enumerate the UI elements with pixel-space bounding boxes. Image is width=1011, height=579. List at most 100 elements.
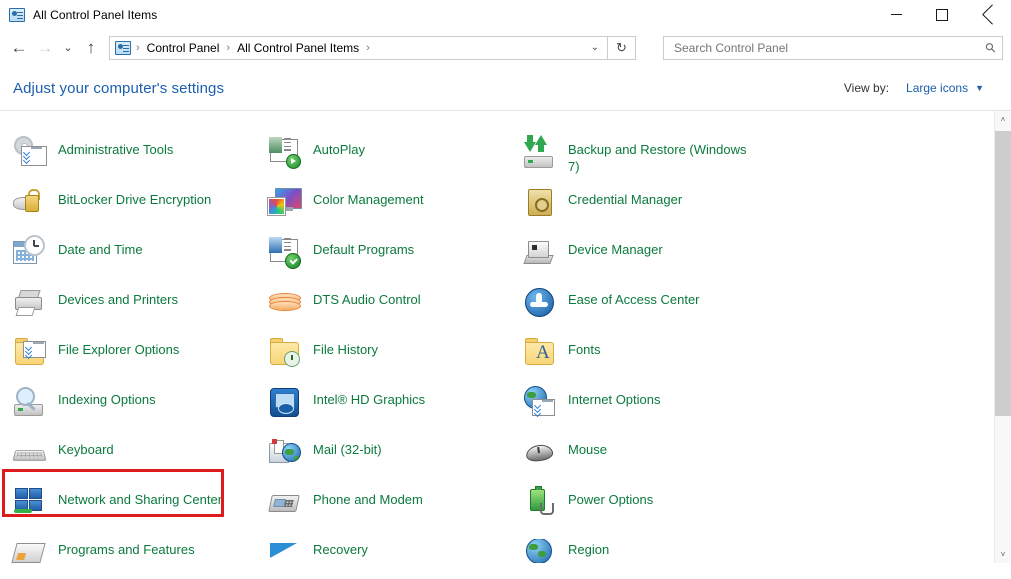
vertical-scrollbar[interactable]: ˄ ˅ bbox=[994, 111, 1011, 563]
window-title: All Control Panel Items bbox=[33, 7, 158, 22]
item-label: Fonts bbox=[568, 342, 601, 357]
item-label: Phone and Modem bbox=[313, 492, 423, 507]
device-manager-icon bbox=[522, 235, 556, 269]
scroll-up-button[interactable]: ˄ bbox=[995, 111, 1011, 128]
breadcrumb-separator-2[interactable]: › bbox=[364, 42, 372, 54]
item-recovery[interactable]: Recovery bbox=[255, 539, 510, 563]
item-programs-and-features[interactable]: Programs and Features bbox=[0, 539, 255, 563]
address-bar[interactable]: › Control Panel › All Control Panel Item… bbox=[109, 35, 608, 60]
file-explorer-options-icon bbox=[12, 335, 46, 369]
item-mail-32-bit[interactable]: Mail (32-bit) bbox=[255, 439, 510, 489]
intel-hd-graphics-icon bbox=[267, 385, 301, 419]
date-time-icon bbox=[12, 235, 46, 269]
item-color-management[interactable]: Color Management bbox=[255, 188, 510, 239]
administrative-tools-icon bbox=[12, 135, 47, 169]
item-default-programs[interactable]: Default Programs bbox=[255, 237, 510, 289]
refresh-icon: ↻ bbox=[616, 39, 627, 55]
item-fonts[interactable]: A Fonts bbox=[510, 338, 994, 389]
close-button[interactable] bbox=[965, 0, 1011, 29]
view-by-value: Large icons bbox=[906, 81, 969, 95]
item-file-history[interactable]: File History bbox=[255, 338, 510, 389]
item-label: Backup and Restore (Windows 7) bbox=[568, 142, 747, 174]
item-label: Programs and Features bbox=[58, 542, 195, 557]
region-icon bbox=[522, 539, 556, 563]
item-label: Internet Options bbox=[568, 392, 661, 407]
item-backup-and-restore[interactable]: Backup and Restore (Windows 7) bbox=[510, 135, 994, 189]
control-panel-items-grid: Administrative Tools AutoPlay Backup and… bbox=[0, 111, 994, 563]
item-label: Network and Sharing Center bbox=[58, 492, 223, 507]
default-programs-icon bbox=[267, 235, 301, 269]
item-autoplay[interactable]: AutoPlay bbox=[255, 137, 510, 189]
item-label: Indexing Options bbox=[58, 392, 156, 407]
minimize-icon bbox=[890, 14, 902, 15]
refresh-button[interactable]: ↻ bbox=[608, 35, 636, 60]
view-by-control: View by: Large icons ▼ bbox=[844, 77, 993, 99]
navigation-bar: ← → ⌄ ↑ › Control Panel › All Control Pa… bbox=[0, 29, 1011, 66]
maximize-icon bbox=[936, 8, 948, 21]
item-indexing-options[interactable]: Indexing Options bbox=[0, 387, 255, 439]
item-label: Default Programs bbox=[313, 242, 415, 257]
item-label: DTS Audio Control bbox=[313, 292, 421, 307]
item-keyboard[interactable]: Keyboard bbox=[0, 439, 255, 489]
scrollbar-thumb[interactable] bbox=[995, 131, 1011, 416]
item-label: AutoPlay bbox=[313, 142, 366, 157]
item-intel-hd-graphics[interactable]: Intel® HD Graphics bbox=[255, 388, 510, 439]
minimize-button[interactable] bbox=[873, 0, 919, 29]
item-internet-options[interactable]: Internet Options bbox=[510, 386, 994, 439]
chevron-down-icon: ▼ bbox=[975, 83, 984, 93]
item-label: Power Options bbox=[568, 492, 654, 507]
item-devices-and-printers[interactable]: Devices and Printers bbox=[0, 289, 255, 339]
item-administrative-tools[interactable]: Administrative Tools bbox=[0, 136, 255, 189]
programs-features-icon bbox=[11, 539, 46, 563]
item-label: Administrative Tools bbox=[58, 142, 174, 157]
item-file-explorer-options[interactable]: File Explorer Options bbox=[0, 338, 255, 389]
breadcrumb: › Control Panel › All Control Panel Item… bbox=[134, 39, 591, 57]
item-label: BitLocker Drive Encryption bbox=[58, 192, 212, 207]
window-buttons bbox=[873, 0, 1011, 29]
autoplay-icon bbox=[267, 135, 301, 169]
bitlocker-icon bbox=[12, 185, 46, 219]
item-label: Recovery bbox=[313, 542, 368, 557]
title-bar: All Control Panel Items bbox=[0, 0, 1011, 29]
item-device-manager[interactable]: Device Manager bbox=[510, 239, 994, 289]
recent-locations-button[interactable]: ⌄ bbox=[58, 35, 78, 61]
mail-icon bbox=[267, 435, 301, 469]
item-network-and-sharing-center[interactable]: Network and Sharing Center bbox=[0, 488, 255, 539]
view-by-dropdown[interactable]: Large icons ▼ bbox=[897, 77, 993, 99]
item-label: Keyboard bbox=[58, 442, 114, 457]
content-area: Administrative Tools AutoPlay Backup and… bbox=[0, 111, 1011, 563]
mouse-icon bbox=[522, 435, 556, 469]
item-date-and-time[interactable]: Date and Time bbox=[0, 235, 255, 289]
item-label: Region bbox=[568, 542, 610, 557]
item-dts-audio-control[interactable]: DTS Audio Control bbox=[255, 289, 510, 339]
back-button[interactable]: ← bbox=[6, 35, 32, 61]
power-options-icon bbox=[522, 485, 556, 519]
item-ease-of-access-center[interactable]: Ease of Access Center bbox=[510, 288, 994, 339]
file-history-icon bbox=[267, 335, 301, 369]
search-input[interactable] bbox=[672, 39, 987, 56]
item-label: Mail (32-bit) bbox=[313, 442, 382, 457]
backup-restore-icon bbox=[522, 135, 556, 169]
keyboard-icon bbox=[12, 435, 47, 469]
item-power-options[interactable]: Power Options bbox=[510, 486, 994, 539]
recovery-icon bbox=[267, 539, 301, 563]
breadcrumb-control-panel[interactable]: Control Panel bbox=[142, 39, 225, 57]
internet-options-icon bbox=[522, 385, 556, 419]
address-control-panel-icon bbox=[115, 40, 131, 55]
item-bitlocker-drive-encryption[interactable]: BitLocker Drive Encryption bbox=[0, 189, 255, 239]
color-management-icon bbox=[267, 185, 302, 219]
search-box[interactable]: ⚲ bbox=[663, 35, 1003, 60]
ease-of-access-icon bbox=[522, 285, 556, 319]
item-credential-manager[interactable]: Credential Manager bbox=[510, 189, 994, 239]
item-region[interactable]: Region bbox=[510, 539, 994, 563]
maximize-button[interactable] bbox=[919, 0, 965, 29]
chevron-down-icon[interactable]: ⌄ bbox=[591, 42, 603, 53]
item-mouse[interactable]: Mouse bbox=[510, 439, 994, 489]
up-button[interactable]: ↑ bbox=[78, 35, 104, 61]
forward-button[interactable]: → bbox=[32, 35, 58, 61]
network-sharing-icon bbox=[12, 485, 46, 519]
breadcrumb-all-control-panel-items[interactable]: All Control Panel Items bbox=[232, 39, 364, 57]
page-title: Adjust your computer's settings bbox=[13, 79, 225, 97]
item-phone-and-modem[interactable]: Phone and Modem bbox=[255, 489, 510, 539]
scroll-down-button[interactable]: ˅ bbox=[995, 546, 1011, 563]
